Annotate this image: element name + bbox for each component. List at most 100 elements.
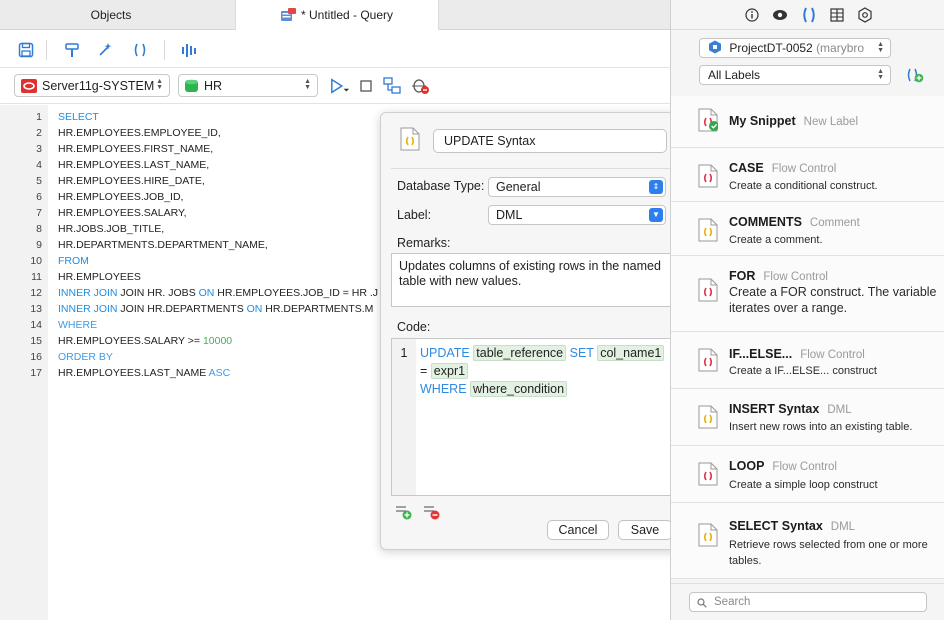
project-owner: (marybro bbox=[816, 41, 865, 55]
project-select[interactable]: ProjectDT-0052 (marybro ▲ ▼ bbox=[699, 38, 891, 58]
snippet-item[interactable]: COMMENTS Comment Create a comment. bbox=[671, 202, 944, 256]
code-text: ORDER BY bbox=[58, 349, 113, 365]
snippet-item[interactable]: LOOP Flow Control Create a simple loop con… bbox=[671, 446, 944, 503]
project-icon bbox=[708, 40, 722, 54]
tab-objects[interactable]: Objects bbox=[0, 0, 222, 30]
sql-token: HR.DEPARTMENTS.DEPARTMENT_NAME, bbox=[58, 239, 268, 251]
connection-select[interactable]: Server11g-SYSTEM ▲ ▼ bbox=[14, 74, 170, 97]
placeholder-token[interactable]: where_condition bbox=[470, 381, 568, 397]
snippet-title: FOR Flow Control bbox=[729, 269, 828, 283]
snippet-name-input[interactable] bbox=[433, 129, 667, 153]
code-text: INNER JOIN JOIN HR. JOBS ON HR.EMPLOYEES… bbox=[58, 285, 378, 301]
code-text: INNER JOIN JOIN HR.DEPARTMENTS ON HR.DEP… bbox=[58, 301, 373, 317]
label-field-label: Label: bbox=[397, 208, 432, 222]
popover-divider bbox=[391, 168, 671, 169]
snippet-code: UPDATE table_reference SET col_name1 = e… bbox=[420, 344, 668, 398]
magic-wand-icon[interactable] bbox=[95, 40, 115, 60]
search-bar bbox=[671, 583, 944, 620]
save-icon[interactable] bbox=[16, 40, 36, 60]
query-tab-icon bbox=[280, 8, 297, 22]
snippet-description: Retrieve rows selected from one or more … bbox=[729, 539, 928, 567]
code-text: HR.EMPLOYEES.FIRST_NAME, bbox=[58, 141, 213, 157]
line-number: 13 bbox=[30, 303, 42, 315]
snippet-description: Create a conditional construct. bbox=[729, 180, 878, 192]
snippet-file-icon bbox=[698, 462, 718, 486]
debug-icon[interactable] bbox=[410, 76, 430, 96]
snippet-item[interactable]: FOR Flow Control Create a FOR construct. T… bbox=[671, 256, 944, 332]
snippet-file-icon bbox=[399, 127, 421, 151]
add-placeholder-icon[interactable] bbox=[395, 504, 413, 520]
sql-keyword: FROM bbox=[58, 255, 89, 267]
schema-select[interactable]: HR ▲ ▼ bbox=[178, 74, 318, 97]
code-snippet-icon[interactable] bbox=[130, 40, 150, 60]
preview-eye-icon[interactable] bbox=[772, 7, 788, 23]
snippet-item[interactable]: My Snippet New Label bbox=[671, 96, 944, 148]
snippet-label: DML bbox=[827, 404, 852, 416]
cancel-button[interactable]: Cancel bbox=[547, 520, 609, 540]
sql-token: HR.EMPLOYEES.SALARY, bbox=[58, 207, 187, 219]
chevron-updown-icon: ▲ ▼ bbox=[877, 41, 884, 54]
add-snippet-icon[interactable] bbox=[905, 67, 925, 83]
placeholder-token[interactable]: col_name1 bbox=[597, 345, 665, 361]
format-icon[interactable] bbox=[62, 40, 82, 60]
sql-token: HR.EMPLOYEES.FIRST_NAME, bbox=[58, 143, 214, 155]
sql-token: HR.DEPARTMENTS.M bbox=[262, 303, 374, 315]
toolbar-divider bbox=[164, 40, 165, 60]
explain-plan-icon[interactable] bbox=[180, 40, 200, 60]
save-button[interactable]: Save bbox=[618, 520, 672, 540]
chevron-updown-icon: ▲ ▼ bbox=[877, 68, 884, 81]
snippet-item[interactable]: SELECT Syntax DML Retrieve rows selected f… bbox=[671, 503, 944, 579]
snippet-file-icon bbox=[698, 405, 718, 429]
sql-token: HR.EMPLOYEES.JOB_ID, bbox=[58, 191, 184, 203]
chevron-updown-icon: ⇕ bbox=[649, 180, 663, 194]
search-icon bbox=[697, 597, 707, 608]
database-type-select[interactable]: General ⇕ bbox=[488, 177, 666, 197]
sql-token: HR.EMPLOYEES.JOB_ID = HR .J bbox=[214, 287, 379, 299]
code-keyword: SET bbox=[569, 346, 594, 360]
snippet-name: LOOP bbox=[729, 459, 765, 473]
sql-keyword: INNER JOIN bbox=[58, 287, 118, 299]
info-icon[interactable] bbox=[744, 7, 760, 23]
stop-icon[interactable] bbox=[356, 76, 376, 96]
snippet-label: Comment bbox=[809, 217, 860, 229]
query-builder-icon[interactable] bbox=[382, 76, 402, 96]
snippet-description: Create a FOR construct. The variable ite… bbox=[729, 285, 937, 315]
hexagon-settings-icon[interactable] bbox=[857, 7, 873, 23]
chevron-down-icon: ▼ bbox=[649, 208, 663, 222]
snippet-name: SELECT Syntax bbox=[729, 519, 823, 533]
snippet-item[interactable]: IF...ELSE... Flow Control Create a IF...EL… bbox=[671, 332, 944, 389]
sql-keyword: INNER JOIN bbox=[58, 303, 118, 315]
labels-filter-select[interactable]: All Labels ▲ ▼ bbox=[699, 65, 891, 85]
snippet-code-editor[interactable]: 1 UPDATE table_reference SET col_name1 =… bbox=[391, 338, 672, 496]
table-icon[interactable] bbox=[829, 7, 845, 23]
database-type-label: Database Type: bbox=[397, 179, 485, 193]
tab-untitled-query[interactable]: * Untitled - Query bbox=[235, 0, 439, 30]
search-input[interactable] bbox=[689, 592, 927, 612]
code-text: HR.JOBS.JOB_TITLE, bbox=[58, 221, 164, 237]
connection-toolbar: Server11g-SYSTEM ▲ ▼ HR ▲ ▼ bbox=[0, 68, 670, 104]
sql-token: HR.EMPLOYEES.LAST_NAME bbox=[58, 367, 209, 379]
snippet-label: Flow Control bbox=[772, 461, 837, 473]
remove-placeholder-icon[interactable] bbox=[423, 504, 441, 520]
database-icon bbox=[185, 79, 198, 93]
code-text: HR.EMPLOYEES.SALARY >= 10000 bbox=[58, 333, 232, 349]
snippets-tab-icon[interactable] bbox=[801, 7, 817, 23]
code-label: Code: bbox=[397, 320, 431, 334]
snippets-panel: ProjectDT-0052 (marybro ▲ ▼ All Labels ▲ ▼… bbox=[670, 0, 944, 620]
sql-keyword: ORDER BY bbox=[58, 351, 113, 363]
snippet-file-icon bbox=[698, 164, 718, 188]
placeholder-token[interactable]: expr1 bbox=[430, 363, 469, 379]
sql-keyword: WHERE bbox=[58, 319, 98, 331]
code-text: FROM bbox=[58, 253, 89, 269]
code-line-number: 1 bbox=[392, 339, 416, 495]
snippet-item[interactable]: INSERT Syntax DML Insert new rows into an … bbox=[671, 389, 944, 446]
snippet-file-icon bbox=[698, 348, 718, 372]
snippet-title: LOOP Flow Control bbox=[729, 459, 837, 473]
snippet-item[interactable]: CASE Flow Control Create a conditional con… bbox=[671, 148, 944, 202]
code-text: HR.EMPLOYEES.EMPLOYEE_ID, bbox=[58, 125, 221, 141]
label-select[interactable]: DML ▼ bbox=[488, 205, 666, 225]
line-number: 16 bbox=[30, 351, 42, 363]
placeholder-token[interactable]: table_reference bbox=[473, 345, 567, 361]
remarks-textarea[interactable]: Updates columns of existing rows in the … bbox=[391, 253, 672, 307]
run-icon[interactable] bbox=[330, 76, 350, 96]
